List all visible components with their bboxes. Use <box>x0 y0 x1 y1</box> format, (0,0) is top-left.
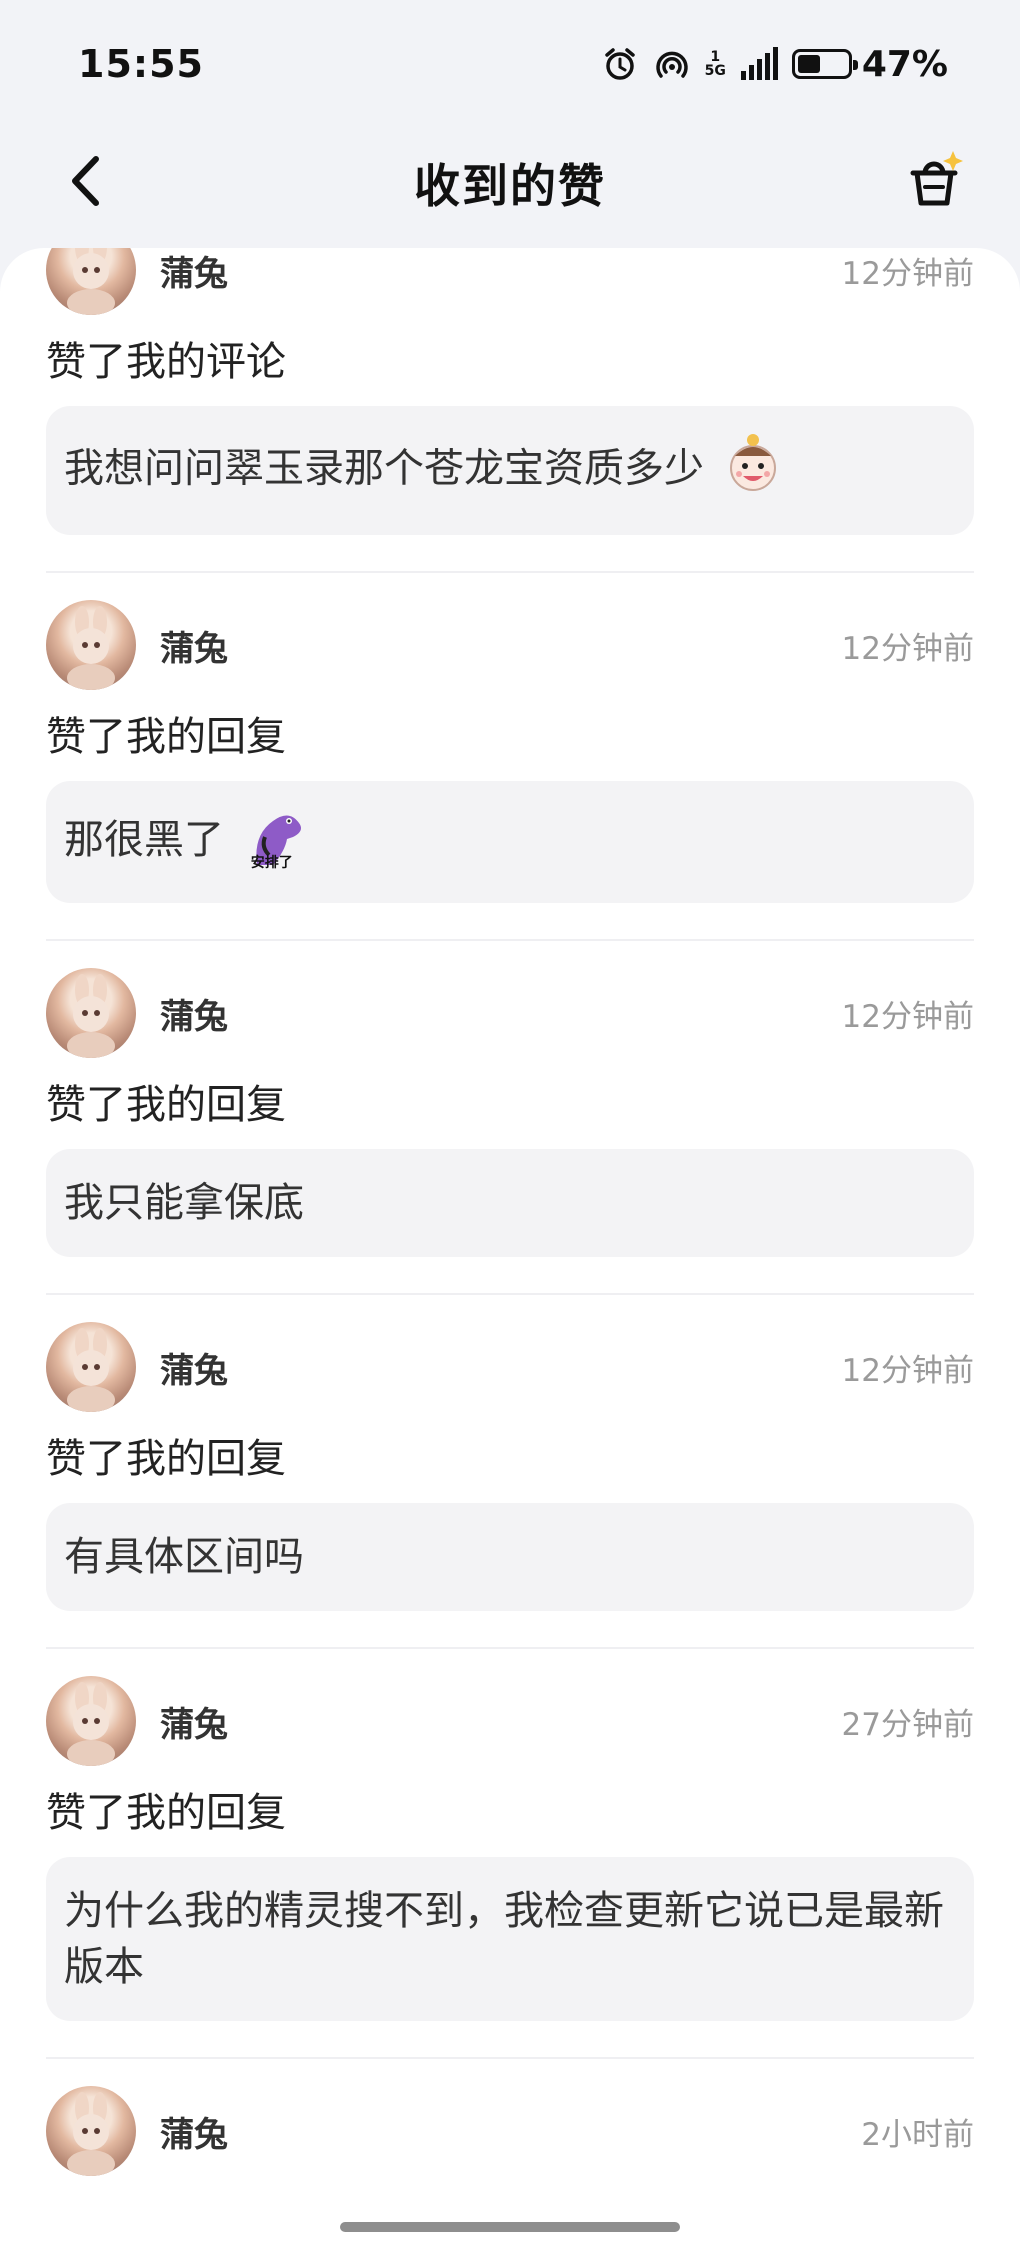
item-time: 27分钟前 <box>841 1706 974 1743</box>
item-header: 蒲兔 12分钟前 <box>46 965 974 1061</box>
liked-content[interactable]: 那很黑了 安排了 <box>46 781 974 903</box>
user-name[interactable]: 蒲兔 <box>160 621 228 670</box>
network-sup: 1 <box>710 49 721 65</box>
user-name[interactable]: 蒲兔 <box>160 2107 228 2156</box>
item-time: 12分钟前 <box>841 255 974 292</box>
battery-percent: 47% <box>861 43 948 85</box>
likes-list-panel: 蒲兔 12分钟前 赞了我的评论 我想问问翠玉录那个苍龙宝资质多少 蒲兔 12分钟… <box>0 248 1020 2259</box>
list-item[interactable]: 蒲兔 27分钟前 赞了我的回复 为什么我的精灵搜不到，我检查更新它说已是最新版本 <box>0 1673 1020 2021</box>
purple-dino-emote: 安排了 <box>245 807 309 877</box>
avatar[interactable] <box>46 2086 136 2176</box>
item-time: 12分钟前 <box>841 630 974 667</box>
liked-content[interactable]: 我只能拿保底 <box>46 1149 974 1257</box>
user-name[interactable]: 蒲兔 <box>160 248 228 295</box>
network-indicator: 1 5G <box>705 50 726 78</box>
user-name[interactable]: 蒲兔 <box>160 1343 228 1392</box>
item-header: 蒲兔 12分钟前 <box>46 1319 974 1415</box>
liked-content-text: 为什么我的精灵搜不到，我检查更新它说已是最新版本 <box>64 1888 944 1990</box>
liked-content[interactable]: 我想问问翠玉录那个苍龙宝资质多少 <box>46 406 974 535</box>
list-item[interactable]: 蒲兔 12分钟前 赞了我的回复 我只能拿保底 <box>0 965 1020 1257</box>
like-action: 赞了我的回复 <box>46 1082 286 1128</box>
back-button[interactable] <box>56 146 116 216</box>
item-header: 蒲兔 2小时前 <box>46 2083 974 2179</box>
like-action: 赞了我的评论 <box>46 339 286 385</box>
item-time: 12分钟前 <box>841 1352 974 1389</box>
emote-caption: 安排了 <box>250 855 293 871</box>
list-item[interactable]: 蒲兔 12分钟前 赞了我的评论 我想问问翠玉录那个苍龙宝资质多少 <box>0 248 1020 535</box>
liked-content[interactable]: 有具体区间吗 <box>46 1503 974 1611</box>
list-item[interactable]: 蒲兔 12分钟前 赞了我的回复 有具体区间吗 <box>0 1319 1020 1611</box>
page-title: 收到的赞 <box>414 159 606 213</box>
smiling-face-emote <box>725 432 781 509</box>
battery: 47% <box>791 43 948 85</box>
signal-icon <box>740 45 778 83</box>
like-action: 赞了我的回复 <box>46 714 286 760</box>
item-header: 蒲兔 27分钟前 <box>46 1673 974 1769</box>
avatar[interactable] <box>46 600 136 690</box>
like-action: 赞了我的回复 <box>46 1436 286 1482</box>
status-icons: 1 5G 47% <box>601 44 948 85</box>
avatar[interactable] <box>46 248 136 315</box>
avatar[interactable] <box>46 968 136 1058</box>
liked-content-text: 那很黑了 <box>64 817 224 863</box>
liked-content-text: 我想问问翠玉录那个苍龙宝资质多少 <box>64 445 704 492</box>
item-time: 2小时前 <box>861 2116 974 2153</box>
hotspot-icon <box>653 45 691 83</box>
user-name[interactable]: 蒲兔 <box>160 1697 228 1746</box>
item-header: 蒲兔 12分钟前 <box>46 248 974 318</box>
liked-content[interactable]: 为什么我的精灵搜不到，我检查更新它说已是最新版本 <box>46 1857 974 2021</box>
avatar[interactable] <box>46 1676 136 1766</box>
list-item[interactable]: 蒲兔 2小时前 <box>0 2083 1020 2179</box>
alarm-icon <box>601 45 639 83</box>
item-header: 蒲兔 12分钟前 <box>46 597 974 693</box>
liked-content-text: 有具体区间吗 <box>64 1534 304 1580</box>
list-item[interactable]: 蒲兔 12分钟前 赞了我的回复 那很黑了 安排了 <box>0 597 1020 903</box>
status-bar: 15:55 1 5G 47% <box>0 0 1020 128</box>
broom-basket-icon <box>910 151 963 206</box>
liked-content-text: 我只能拿保底 <box>64 1180 304 1226</box>
header: 收到的赞 <box>0 118 1020 248</box>
home-indicator[interactable] <box>340 2222 680 2232</box>
item-time: 12分钟前 <box>841 998 974 1035</box>
avatar[interactable] <box>46 1322 136 1412</box>
network-type: 5G <box>704 63 726 79</box>
user-name[interactable]: 蒲兔 <box>160 989 228 1038</box>
chevron-left-icon <box>72 156 99 206</box>
like-action: 赞了我的回复 <box>46 1790 286 1836</box>
likes-list: 蒲兔 12分钟前 赞了我的评论 我想问问翠玉录那个苍龙宝资质多少 蒲兔 12分钟… <box>0 248 1020 2179</box>
battery-icon <box>791 49 858 79</box>
clear-button[interactable] <box>894 138 974 218</box>
status-time: 15:55 <box>78 42 204 86</box>
